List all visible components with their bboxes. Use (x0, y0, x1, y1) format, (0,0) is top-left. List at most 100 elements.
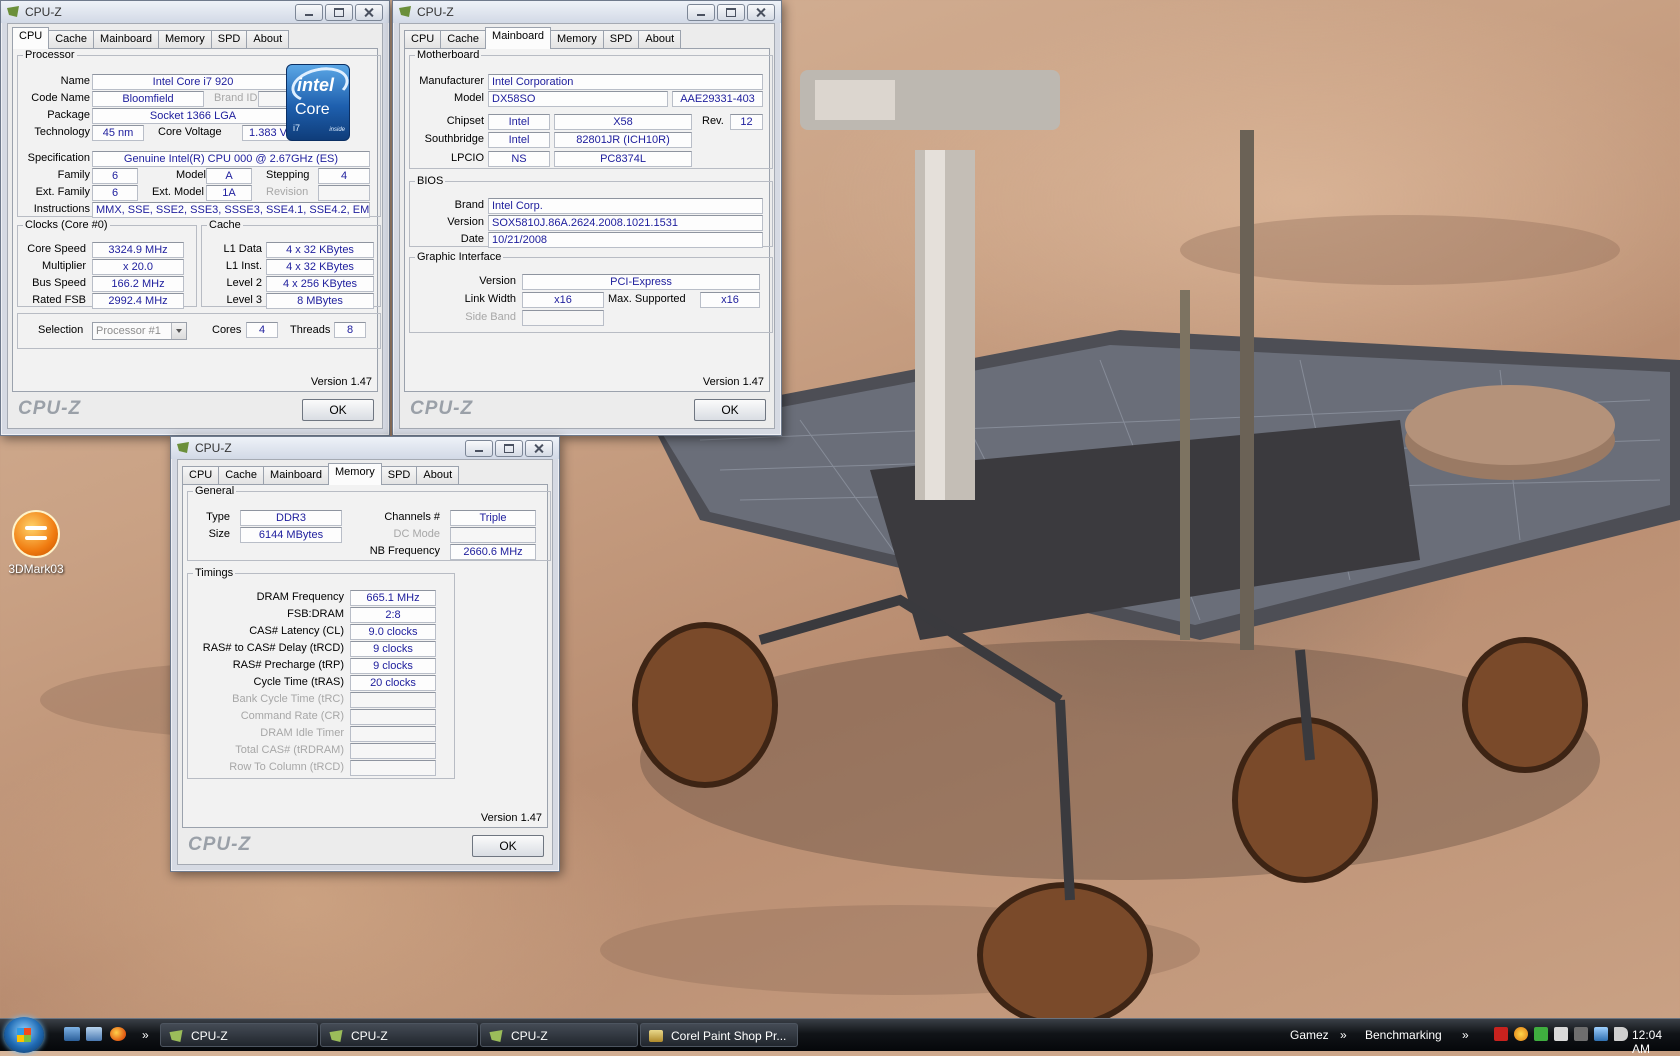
selection-group: Selection Processor #1 Cores 4 Threads 8 (17, 313, 381, 349)
toolbar-benchmarking-chevron[interactable]: » (1462, 1028, 1469, 1042)
tab-mainboard[interactable]: Mainboard (263, 466, 330, 485)
timing-label: CAS# Latency (CL) (249, 625, 344, 637)
timing-value: 9 clocks (350, 641, 436, 657)
model-label: Model (454, 92, 484, 104)
tab-page-mainboard: Motherboard Manufacturer Intel Corporati… (404, 48, 773, 392)
tab-mainboard[interactable]: Mainboard (485, 27, 552, 49)
tab-mainboard[interactable]: Mainboard (93, 30, 160, 49)
cpuz-window-mainboard: CPU-Z CPU Cache Mainboard Memory SPD Abo… (392, 0, 782, 436)
tab-cpu[interactable]: CPU (404, 30, 442, 49)
window-title: CPU-Z (195, 441, 232, 455)
ok-button[interactable]: OK (302, 399, 374, 421)
tab-cache[interactable]: Cache (218, 466, 265, 485)
close-button[interactable] (355, 4, 383, 21)
clock[interactable]: 12:04 AM (1632, 1028, 1680, 1056)
tab-about[interactable]: About (638, 30, 682, 49)
minimize-button[interactable] (295, 4, 323, 21)
maximize-button[interactable] (325, 4, 353, 21)
cpuz-brand-text: CPU-Z (18, 398, 82, 419)
linkwidth-value: x16 (522, 292, 604, 308)
sun-icon[interactable] (1514, 1027, 1528, 1041)
bios-brand-label: Brand (454, 199, 484, 211)
close-button[interactable] (747, 4, 775, 21)
rev-value: 12 (730, 114, 763, 130)
window-title: CPU-Z (25, 5, 62, 19)
timing-value: 665.1 MHz (350, 590, 436, 606)
title-bar[interactable]: CPU-Z (171, 437, 559, 459)
extfamily-value: 6 (92, 185, 138, 201)
southbridge-label: Southbridge (424, 133, 484, 145)
taskbar-button-paintshop[interactable]: Corel Paint Shop Pr... (640, 1023, 798, 1047)
start-button[interactable] (4, 1017, 44, 1053)
tab-cache[interactable]: Cache (48, 30, 95, 49)
taskbar-button-cpuz[interactable]: CPU-Z (320, 1023, 478, 1047)
close-button[interactable] (525, 440, 553, 457)
timing-label: Cycle Time (tRAS) (253, 676, 344, 688)
tab-about[interactable]: About (416, 466, 460, 485)
chevron-down-icon[interactable] (171, 323, 186, 339)
maximize-button[interactable] (495, 440, 523, 457)
timing-value (350, 709, 436, 725)
window-switcher-icon[interactable] (86, 1027, 102, 1041)
tab-about[interactable]: About (246, 30, 290, 49)
tab-memory[interactable]: Memory (328, 463, 382, 485)
network-icon[interactable] (1594, 1027, 1608, 1041)
minimize-button[interactable] (687, 4, 715, 21)
flag-icon[interactable] (1574, 1027, 1588, 1041)
southbridge-vendor-value: Intel (488, 132, 550, 148)
tab-memory[interactable]: Memory (158, 30, 212, 49)
tab-memory[interactable]: Memory (550, 30, 604, 49)
clocks-group: Clocks (Core #0) Core Speed 3324.9 MHz M… (17, 219, 197, 309)
show-desktop-icon[interactable] (64, 1027, 80, 1041)
cpuz-brand-text: CPU-Z (188, 834, 252, 855)
tab-cache[interactable]: Cache (440, 30, 487, 49)
logo-inside-text: inside (329, 127, 345, 133)
toolbar-gamez[interactable]: Gamez (1290, 1028, 1329, 1042)
level3-label: Level 3 (226, 294, 262, 306)
instructions-value: MMX, SSE, SSE2, SSE3, SSSE3, SSE4.1, SSE… (92, 202, 370, 218)
maximize-button[interactable] (717, 4, 745, 21)
channels-value: Triple (450, 510, 536, 526)
toolbar-gamez-chevron[interactable]: » (1340, 1028, 1347, 1042)
tab-spd[interactable]: SPD (210, 30, 248, 49)
taskbar-button-cpuz[interactable]: CPU-Z (480, 1023, 638, 1047)
graphic-legend: Graphic Interface (417, 251, 502, 263)
ok-button[interactable]: OK (472, 835, 544, 857)
tab-spd[interactable]: SPD (602, 30, 640, 49)
title-bar[interactable]: CPU-Z (393, 1, 781, 23)
processor-select[interactable]: Processor #1 (92, 322, 187, 340)
volume-icon[interactable] (1614, 1027, 1628, 1041)
timings-group: Timings DRAM Frequency 665.1 MHz FSB:DRA… (187, 567, 455, 779)
gi-version-value: PCI-Express (522, 274, 760, 290)
toolbar-benchmarking[interactable]: Benchmarking (1365, 1028, 1442, 1042)
level3-value: 8 MBytes (266, 293, 374, 309)
tab-spd[interactable]: SPD (380, 466, 418, 485)
firefox-icon[interactable] (110, 1027, 126, 1041)
tab-cpu[interactable]: CPU (182, 466, 220, 485)
ati-icon[interactable] (1494, 1027, 1508, 1041)
ok-button[interactable]: OK (694, 399, 766, 421)
cache-group: Cache L1 Data 4 x 32 KBytes L1 Inst. 4 x… (201, 219, 381, 309)
gadget-icon[interactable] (1554, 1027, 1568, 1041)
timing-value (350, 743, 436, 759)
title-bar[interactable]: CPU-Z (1, 1, 389, 23)
bios-version-label: Version (447, 216, 484, 228)
monitor-icon[interactable] (1534, 1027, 1548, 1041)
graphic-interface-group: Graphic Interface Version PCI-Express Li… (409, 251, 773, 333)
manufacturer-label: Manufacturer (419, 75, 484, 87)
timings-legend: Timings (195, 567, 234, 579)
processor-legend: Processor (25, 49, 75, 61)
tab-cpu[interactable]: CPU (12, 27, 50, 49)
quicklaunch-chevron[interactable]: » (142, 1028, 149, 1042)
manufacturer-value: Intel Corporation (488, 74, 763, 90)
taskbar-button-cpuz[interactable]: CPU-Z (160, 1023, 318, 1047)
minimize-button[interactable] (465, 440, 493, 457)
size-value: 6144 MBytes (240, 527, 342, 543)
general-legend: General (195, 485, 235, 497)
clocks-legend: Clocks (Core #0) (25, 219, 108, 231)
nbfreq-value: 2660.6 MHz (450, 544, 536, 560)
technology-label: Technology (34, 126, 90, 138)
name-value: Intel Core i7 920 (92, 74, 294, 90)
desktop-icon-3dmark03[interactable]: 3DMark03 (6, 510, 66, 576)
timing-label: FSB:DRAM (287, 608, 344, 620)
